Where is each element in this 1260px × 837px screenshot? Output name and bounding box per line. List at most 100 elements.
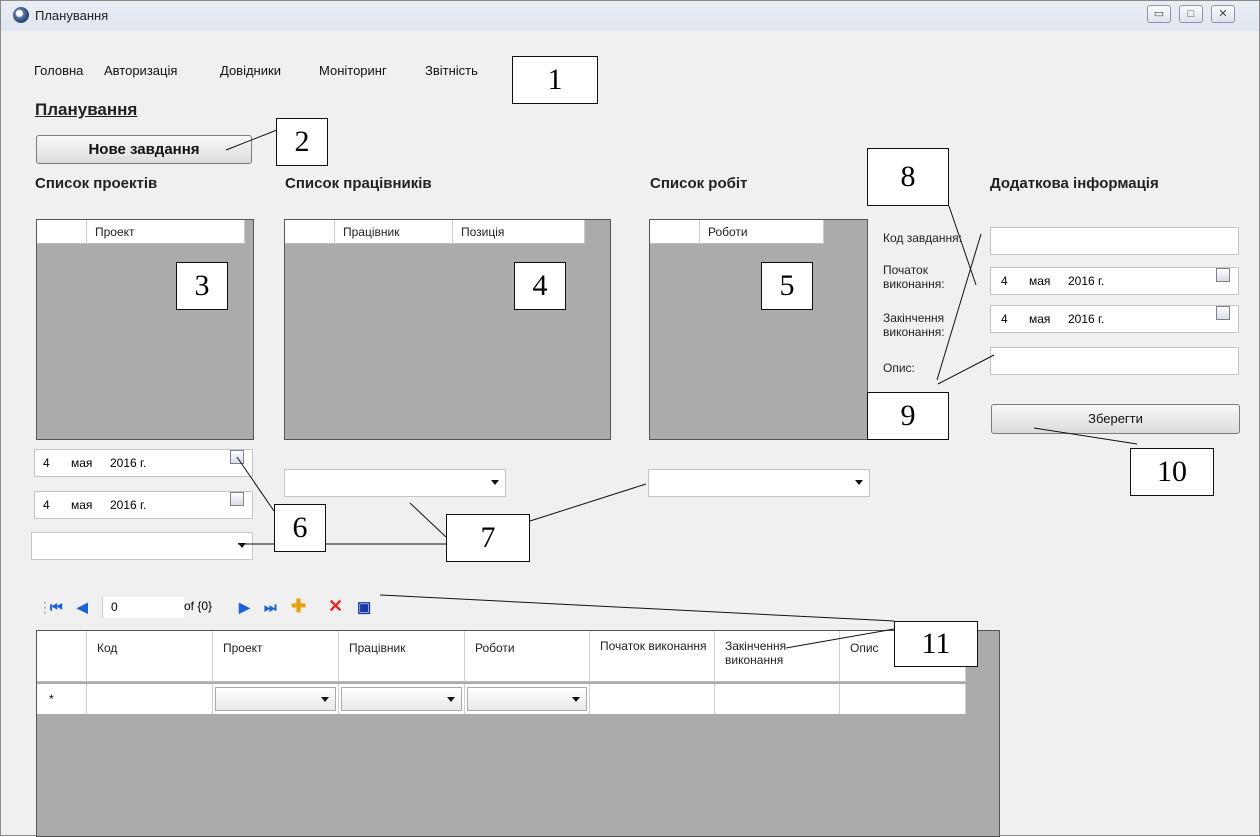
chevron-down-icon[interactable] xyxy=(447,697,455,702)
date-day: 4 xyxy=(1001,274,1008,288)
menu-item-reports[interactable]: Звітність xyxy=(425,63,478,78)
position-input[interactable]: 0 xyxy=(102,597,184,618)
worker-column-header[interactable]: Працівник xyxy=(335,220,453,244)
date-year: 2016 г. xyxy=(110,456,147,470)
chevron-down-icon[interactable] xyxy=(238,543,246,548)
worker-column-header[interactable]: Працівник xyxy=(339,631,465,682)
previous-record-icon[interactable]: ◀ xyxy=(77,599,88,616)
row-header-corner xyxy=(650,220,700,244)
calendar-icon[interactable] xyxy=(1216,306,1230,320)
menu-item-directories[interactable]: Довідники xyxy=(220,63,281,78)
works-heading: Список робіт xyxy=(650,175,748,192)
project-cell[interactable] xyxy=(213,684,339,714)
callout-3: 3 xyxy=(176,262,228,310)
end-cell[interactable] xyxy=(715,684,840,714)
start-label: Початок виконання: xyxy=(883,263,945,291)
details-heading: Додаткова інформація xyxy=(990,175,1159,192)
workers-heading: Список працівників xyxy=(285,175,432,192)
binding-navigator: ⋮ ⏮ ◀ 0 of {0} ▶ ⏭ ✚ ✕ ▣ xyxy=(32,595,382,621)
start-date-picker[interactable]: 4 мая 2016 г. xyxy=(990,267,1239,295)
description-label: Опис: xyxy=(883,361,915,375)
callout-6: 6 xyxy=(274,504,326,552)
worker-filter-combo[interactable] xyxy=(284,469,506,497)
task-code-input[interactable] xyxy=(990,227,1239,255)
callout-1: 1 xyxy=(512,56,598,104)
menu-bar: Головна Авторизація Довідники Моніторинг… xyxy=(1,63,1259,85)
save-icon[interactable]: ▣ xyxy=(357,598,371,616)
app-icon xyxy=(13,7,29,23)
callout-9: 9 xyxy=(867,392,949,440)
project-filter-combo[interactable] xyxy=(31,532,253,560)
works-grid[interactable]: Роботи xyxy=(649,219,868,440)
date-day: 4 xyxy=(1001,312,1008,326)
first-record-icon[interactable]: ⏮ xyxy=(50,599,63,616)
calendar-icon[interactable] xyxy=(1216,268,1230,282)
callout-8: 8 xyxy=(867,148,949,206)
date-day: 4 xyxy=(43,498,50,512)
start-cell[interactable] xyxy=(590,684,715,714)
row-header-corner xyxy=(37,220,87,244)
save-button[interactable]: Зберегти xyxy=(991,404,1240,434)
code-cell[interactable] xyxy=(87,684,213,714)
title-bar: Планування ▭ □ ✕ xyxy=(1,1,1259,31)
callout-4: 4 xyxy=(514,262,566,310)
position-column-header[interactable]: Позиція xyxy=(453,220,585,244)
work-column-header[interactable]: Роботи xyxy=(465,631,590,682)
callout-7: 7 xyxy=(446,514,530,562)
tasks-grid[interactable]: Код Проект Працівник Роботи Початок вико… xyxy=(36,630,1000,837)
chevron-down-icon[interactable] xyxy=(572,697,580,702)
task-code-label: Код завдання: xyxy=(883,231,962,245)
description-cell[interactable] xyxy=(840,684,966,714)
workers-grid[interactable]: Працівник Позиція xyxy=(284,219,611,440)
chevron-down-icon[interactable] xyxy=(491,480,499,485)
add-icon[interactable]: ✚ xyxy=(291,596,306,617)
callout-2: 2 xyxy=(276,118,328,166)
chevron-down-icon[interactable] xyxy=(855,480,863,485)
maximize-button[interactable]: □ xyxy=(1179,5,1203,23)
menu-item-home[interactable]: Головна xyxy=(34,63,83,78)
close-button[interactable]: ✕ xyxy=(1211,5,1235,23)
date-month: мая xyxy=(71,456,93,470)
minimize-button[interactable]: ▭ xyxy=(1147,5,1171,23)
projects-heading: Список проектів xyxy=(35,175,158,192)
project-column-header[interactable]: Проект xyxy=(213,631,339,682)
project-end-date-picker[interactable]: 4 мая 2016 г. xyxy=(34,491,253,519)
new-row-marker: * xyxy=(37,684,87,714)
delete-icon[interactable]: ✕ xyxy=(328,596,343,617)
callout-5: 5 xyxy=(761,262,813,310)
last-record-icon[interactable]: ⏭ xyxy=(264,599,277,616)
row-header-corner xyxy=(285,220,335,244)
date-month: мая xyxy=(1029,274,1051,288)
row-header-corner xyxy=(37,631,87,682)
next-record-icon[interactable]: ▶ xyxy=(239,599,250,616)
end-date-picker[interactable]: 4 мая 2016 г. xyxy=(990,305,1239,333)
callout-11: 11 xyxy=(894,621,978,667)
projects-column-header[interactable]: Проект xyxy=(87,220,245,244)
code-column-header[interactable]: Код xyxy=(87,631,213,682)
work-cell[interactable] xyxy=(465,684,590,714)
menu-item-monitoring[interactable]: Моніторинг xyxy=(319,63,387,78)
works-column-header[interactable]: Роботи xyxy=(700,220,824,244)
start-column-header[interactable]: Початок виконання xyxy=(590,631,715,682)
date-month: мая xyxy=(1029,312,1051,326)
date-month: мая xyxy=(71,498,93,512)
menu-item-authorization[interactable]: Авторизація xyxy=(104,63,177,78)
worker-cell[interactable] xyxy=(339,684,465,714)
date-year: 2016 г. xyxy=(1068,312,1105,326)
chevron-down-icon[interactable] xyxy=(321,697,329,702)
projects-grid[interactable]: Проект xyxy=(36,219,254,440)
calendar-icon[interactable] xyxy=(230,492,244,506)
planning-window: Планування ▭ □ ✕ Головна Авторизація Дов… xyxy=(0,0,1260,837)
end-column-header[interactable]: Закінчення виконання xyxy=(715,631,840,682)
date-year: 2016 г. xyxy=(110,498,147,512)
record-count: of {0} xyxy=(184,599,213,613)
project-start-date-picker[interactable]: 4 мая 2016 г. xyxy=(34,449,253,477)
window-title: Планування xyxy=(35,8,109,23)
callout-10: 10 xyxy=(1130,448,1214,496)
description-input[interactable] xyxy=(990,347,1239,375)
calendar-icon[interactable] xyxy=(230,450,244,464)
new-task-button[interactable]: Нове завдання xyxy=(36,135,252,164)
page-title: Планування xyxy=(35,100,138,119)
works-filter-combo[interactable] xyxy=(648,469,870,497)
end-label: Закінчення виконання: xyxy=(883,311,945,339)
